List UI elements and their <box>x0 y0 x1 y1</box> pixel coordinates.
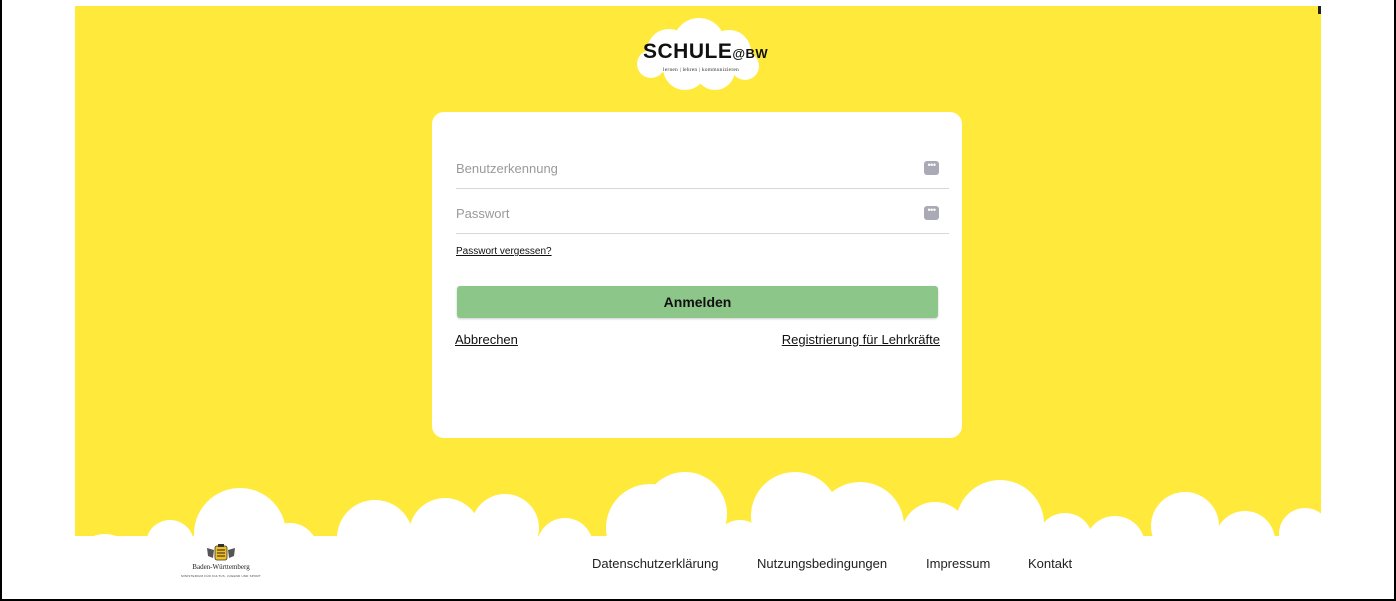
terms-link[interactable]: Nutzungsbedingungen <box>757 556 887 571</box>
contact-link[interactable]: Kontakt <box>1028 556 1072 571</box>
window-border-left <box>0 0 2 601</box>
footer-nav: Datenschutzerklärung Nutzungsbedingungen… <box>75 556 1321 576</box>
login-page: SCHULE@BW lernen | lehren | kommuniziere… <box>75 6 1321 584</box>
cloud-footer-decoration <box>75 472 1321 584</box>
imprint-link[interactable]: Impressum <box>926 556 990 571</box>
privacy-link[interactable]: Datenschutzerklärung <box>592 556 718 571</box>
